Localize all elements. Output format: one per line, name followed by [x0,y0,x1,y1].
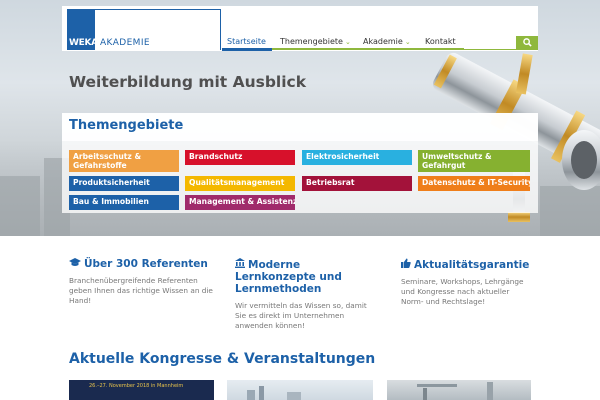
chevron-down-icon: ⌄ [404,38,411,46]
nav-item-akademie[interactable]: Akademie ⌄ [363,37,411,46]
feature-text: Branchenübergreifende Referenten geben I… [69,276,213,305]
topics-panel: Themengebiete Arbeitsschutz & Gefahrstof… [62,113,538,213]
nav-item-themengebiete[interactable]: Themengebiete ⌄ [280,37,351,46]
industrial-plant-image [417,382,493,400]
topic-tile-brandschutz[interactable]: Brandschutz [185,150,295,165]
topics-panel-header: Themengebiete [62,113,538,141]
logo-mark-text: WEKA [69,38,98,48]
topics-title: Themengebiete [69,118,184,133]
topic-tile-elektrosicherheit[interactable]: Elektrosicherheit [302,150,412,165]
topic-tile-arbeitsschutz[interactable]: Arbeitsschutz & Gefahrstoffe [69,150,179,172]
feature-title: Über 300 Referenten [69,258,219,270]
graduation-cap-icon [69,258,81,266]
event-thumbnail[interactable] [227,380,373,400]
topic-tile-datenschutz[interactable]: Datenschutz & IT-Security [418,176,530,191]
institution-icon [235,258,245,268]
topic-tile-qualitaetsmanagement[interactable]: Qualitätsmanagement [185,176,295,191]
search-button[interactable] [516,36,538,50]
event-thumbnail[interactable] [387,380,531,400]
city-skyline-image [247,386,301,400]
nav-item-label: Themengebiete [280,37,343,46]
logo-text: AKADEMIE [100,38,150,48]
feature-referenten: Über 300 Referenten Branchenübergreifend… [69,258,219,306]
topic-tile-management[interactable]: Management & Assistenz [185,195,295,210]
nav-item-label: Startseite [227,37,266,46]
feature-title: Aktualitätsgarantie [401,258,533,271]
hero-title: Weiterbildung mit Ausblick [69,73,307,91]
topic-tile-produktsicherheit[interactable]: Produktsicherheit [69,176,179,191]
topic-tile-bau-immobilien[interactable]: Bau & Immobilien [69,195,179,210]
feature-title-text: Aktualitätsgarantie [414,259,530,271]
main-nav: Startseite Themengebiete ⌄ Akademie ⌄ Kont… [222,6,538,51]
logo[interactable]: WEKA AKADEMIE [67,9,221,50]
nav-item-label: Akademie [363,37,403,46]
event-thumbnail-caption: 26.–27. November 2018 in Mannheim [89,383,184,389]
nav-item-label: Kontakt [425,37,456,46]
feature-lernkonzepte: Moderne Lernkonzepte und Lernmethoden Wi… [235,258,375,331]
nav-active-indicator [222,48,272,51]
event-thumbnail[interactable]: 26.–27. November 2018 in Mannheim [69,380,214,400]
search-icon [522,38,532,47]
nav-item-startseite[interactable]: Startseite [227,37,266,46]
feature-title-text: Moderne Lernkonzepte und Lernmethoden [235,259,342,295]
chevron-down-icon: ⌄ [344,38,351,46]
feature-aktualitaet: Aktualitätsgarantie Seminare, Workshops,… [401,258,533,307]
feature-title-text: Über 300 Referenten [84,258,208,270]
topic-tile-betriebsrat[interactable]: Betriebsrat [302,176,412,191]
feature-title: Moderne Lernkonzepte und Lernmethoden [235,258,375,295]
feature-text: Wir vermitteln das Wissen so, damit Sie … [235,301,367,330]
nav-item-kontakt[interactable]: Kontakt [425,37,456,46]
search-input[interactable] [464,36,518,50]
thumbs-up-icon [401,258,411,268]
events-section-title: Aktuelle Kongresse & Veranstaltungen [69,351,376,367]
logo-mark: WEKA [67,10,98,50]
site-header: WEKA AKADEMIE Startseite Themengebiete ⌄ … [62,6,538,51]
feature-text: Seminare, Workshops, Lehrgänge und Kongr… [401,277,524,306]
topic-tile-umweltschutz[interactable]: Umweltschutz & Gefahrgut [418,150,530,172]
